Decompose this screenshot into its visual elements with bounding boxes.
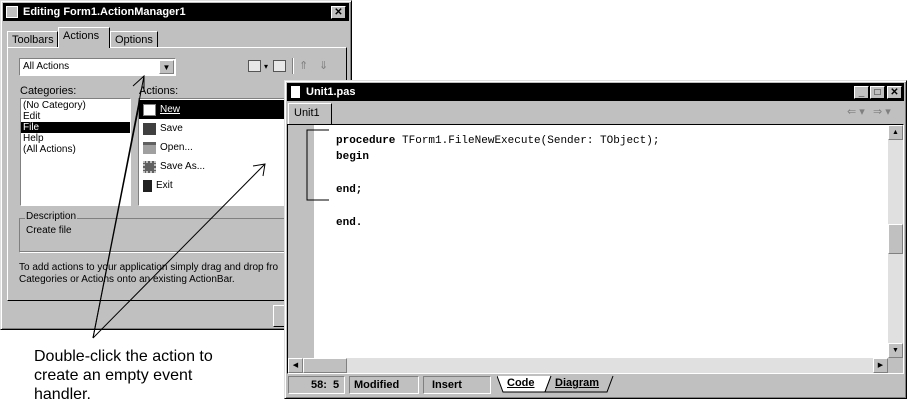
annotation-line1: Double-click the action to bbox=[34, 348, 213, 365]
tab-unit1[interactable]: Unit1 bbox=[288, 103, 332, 124]
annotation-leader-lines bbox=[92, 74, 266, 339]
tab-actions[interactable]: Actions bbox=[58, 27, 110, 48]
annotation-line3: handler. bbox=[34, 386, 91, 403]
annotation-line2: create an empty event bbox=[34, 367, 193, 384]
